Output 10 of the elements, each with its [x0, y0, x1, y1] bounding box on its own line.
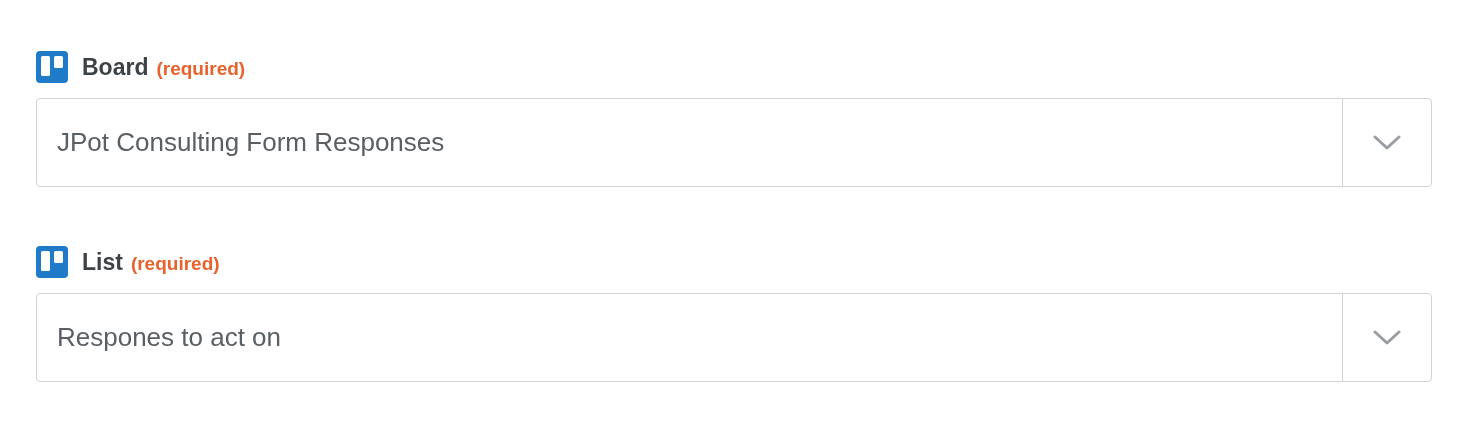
dropdown-field[interactable]: JPot Consulting Form Responses — [36, 98, 1432, 187]
dropdown-field[interactable]: Respones to act on — [36, 293, 1432, 382]
chevron-down-icon — [1373, 329, 1401, 346]
board-app-icon — [36, 246, 68, 278]
required-note: (required) — [130, 251, 220, 275]
field-label: Board — [82, 53, 149, 81]
board-app-icon — [36, 51, 68, 83]
field-label: List — [82, 248, 123, 276]
chevron-down-icon — [1373, 134, 1401, 151]
required-note: (required) — [156, 56, 246, 80]
